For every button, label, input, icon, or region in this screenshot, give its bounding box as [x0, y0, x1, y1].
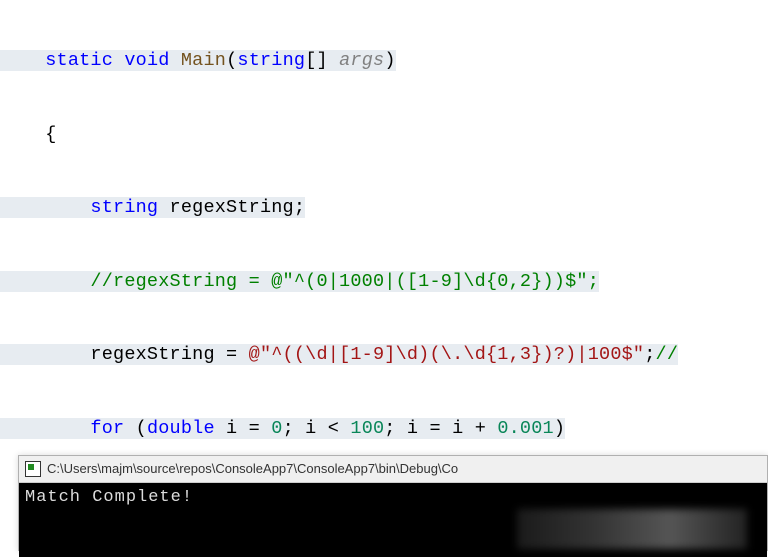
for-cond: ; i <: [283, 418, 351, 439]
var-decl: regexString;: [158, 197, 305, 218]
for-step: ; i = i +: [384, 418, 497, 439]
console-output-line: Match Complete!: [25, 488, 193, 507]
string-regex: @"^((\d|[1-9]\d)(\.\d{1,3})?)|100$": [249, 344, 645, 365]
num-zero: 0: [271, 418, 282, 439]
console-title: C:\Users\majm\source\repos\ConsoleApp7\C…: [47, 457, 458, 482]
for-decl: i =: [215, 418, 272, 439]
semicolon: ;: [644, 344, 655, 365]
console-window: C:\Users\majm\source\repos\ConsoleApp7\C…: [18, 455, 768, 551]
keyword-static: static: [45, 50, 113, 71]
comment-trail: //: [656, 344, 679, 365]
type-string: string: [237, 50, 305, 71]
param-args: args: [339, 50, 384, 71]
comment-line: //regexString = @"^(0|1000|([1-9]\d{0,2}…: [90, 271, 599, 292]
keyword-for: for: [90, 418, 124, 439]
console-app-icon: [25, 461, 41, 477]
console-title-bar[interactable]: C:\Users\majm\source\repos\ConsoleApp7\C…: [19, 456, 767, 483]
num-inc: 0.001: [497, 418, 554, 439]
blurred-region: [517, 509, 747, 549]
method-main: Main: [181, 50, 226, 71]
paren-close: ): [554, 418, 565, 439]
keyword-void: void: [124, 50, 169, 71]
paren-open: (: [124, 418, 147, 439]
assign: regexString =: [90, 344, 248, 365]
num-hundred: 100: [350, 418, 384, 439]
brace-open: {: [45, 124, 56, 145]
type-double: double: [147, 418, 215, 439]
console-output[interactable]: Match Complete!: [19, 483, 767, 557]
type-string: string: [90, 197, 158, 218]
